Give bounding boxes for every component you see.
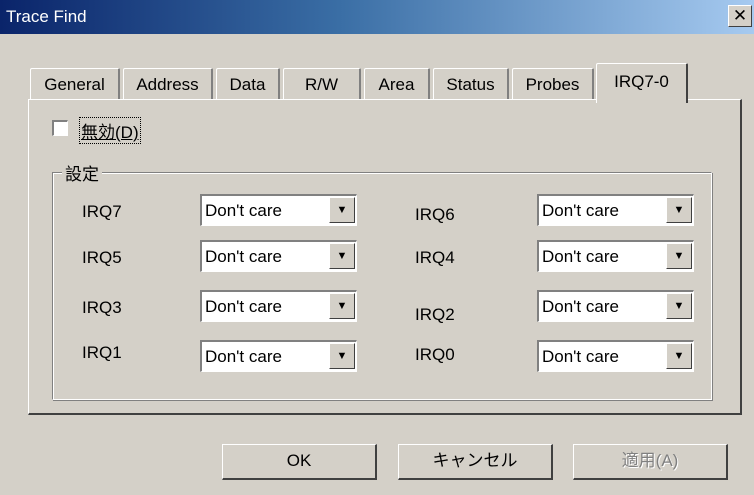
irq3-label: IRQ3 bbox=[82, 298, 122, 317]
tab-probes[interactable]: Probes bbox=[512, 68, 594, 100]
disable-checkbox-label: 無効(D) bbox=[79, 117, 141, 144]
irq7-select[interactable]: Don't care ▼ bbox=[200, 194, 357, 226]
chevron-down-icon[interactable]: ▼ bbox=[329, 243, 355, 269]
irq1-label: IRQ1 bbox=[82, 343, 122, 362]
title-bar: Trace Find ✕ bbox=[0, 0, 754, 34]
tab-status[interactable]: Status bbox=[433, 68, 509, 100]
irq4-label: IRQ4 bbox=[415, 248, 455, 267]
tab-rw[interactable]: R/W bbox=[283, 68, 361, 100]
irq0-select[interactable]: Don't care ▼ bbox=[537, 340, 694, 372]
irq3-select[interactable]: Don't care ▼ bbox=[200, 290, 357, 322]
irq7-value: Don't care bbox=[205, 201, 282, 220]
irq5-value: Don't care bbox=[205, 247, 282, 266]
irq6-label: IRQ6 bbox=[415, 205, 455, 224]
irq6-value: Don't care bbox=[542, 201, 619, 220]
chevron-down-icon[interactable]: ▼ bbox=[666, 197, 692, 223]
chevron-down-icon[interactable]: ▼ bbox=[666, 243, 692, 269]
irq2-value: Don't care bbox=[542, 297, 619, 316]
chevron-down-icon[interactable]: ▼ bbox=[329, 343, 355, 369]
tab-general[interactable]: General bbox=[30, 68, 120, 100]
settings-group-label: 設定 bbox=[62, 160, 102, 185]
apply-button: 適用(A) bbox=[573, 444, 728, 480]
irq4-value: Don't care bbox=[542, 247, 619, 266]
irq2-label: IRQ2 bbox=[415, 305, 455, 324]
irq3-value: Don't care bbox=[205, 297, 282, 316]
irq6-select[interactable]: Don't care ▼ bbox=[537, 194, 694, 226]
tab-data[interactable]: Data bbox=[216, 68, 280, 100]
chevron-down-icon[interactable]: ▼ bbox=[666, 293, 692, 319]
tab-address[interactable]: Address bbox=[123, 68, 213, 100]
irq1-value: Don't care bbox=[205, 347, 282, 366]
close-button[interactable]: ✕ bbox=[728, 5, 752, 27]
chevron-down-icon[interactable]: ▼ bbox=[329, 293, 355, 319]
chevron-down-icon[interactable]: ▼ bbox=[329, 197, 355, 223]
irq4-select[interactable]: Don't care ▼ bbox=[537, 240, 694, 272]
irq7-label: IRQ7 bbox=[82, 202, 122, 221]
irq5-select[interactable]: Don't care ▼ bbox=[200, 240, 357, 272]
irq5-label: IRQ5 bbox=[82, 248, 122, 267]
chevron-down-icon[interactable]: ▼ bbox=[666, 343, 692, 369]
ok-button[interactable]: OK bbox=[222, 444, 377, 480]
irq0-label: IRQ0 bbox=[415, 345, 455, 364]
disable-checkbox[interactable] bbox=[52, 120, 68, 136]
irq0-value: Don't care bbox=[542, 347, 619, 366]
window-title: Trace Find bbox=[6, 7, 87, 26]
close-icon: ✕ bbox=[732, 6, 748, 25]
tab-area[interactable]: Area bbox=[364, 68, 430, 100]
irq2-select[interactable]: Don't care ▼ bbox=[537, 290, 694, 322]
cancel-button[interactable]: キャンセル bbox=[398, 444, 553, 480]
irq1-select[interactable]: Don't care ▼ bbox=[200, 340, 357, 372]
tab-irq7-0[interactable]: IRQ7-0 bbox=[596, 63, 688, 103]
